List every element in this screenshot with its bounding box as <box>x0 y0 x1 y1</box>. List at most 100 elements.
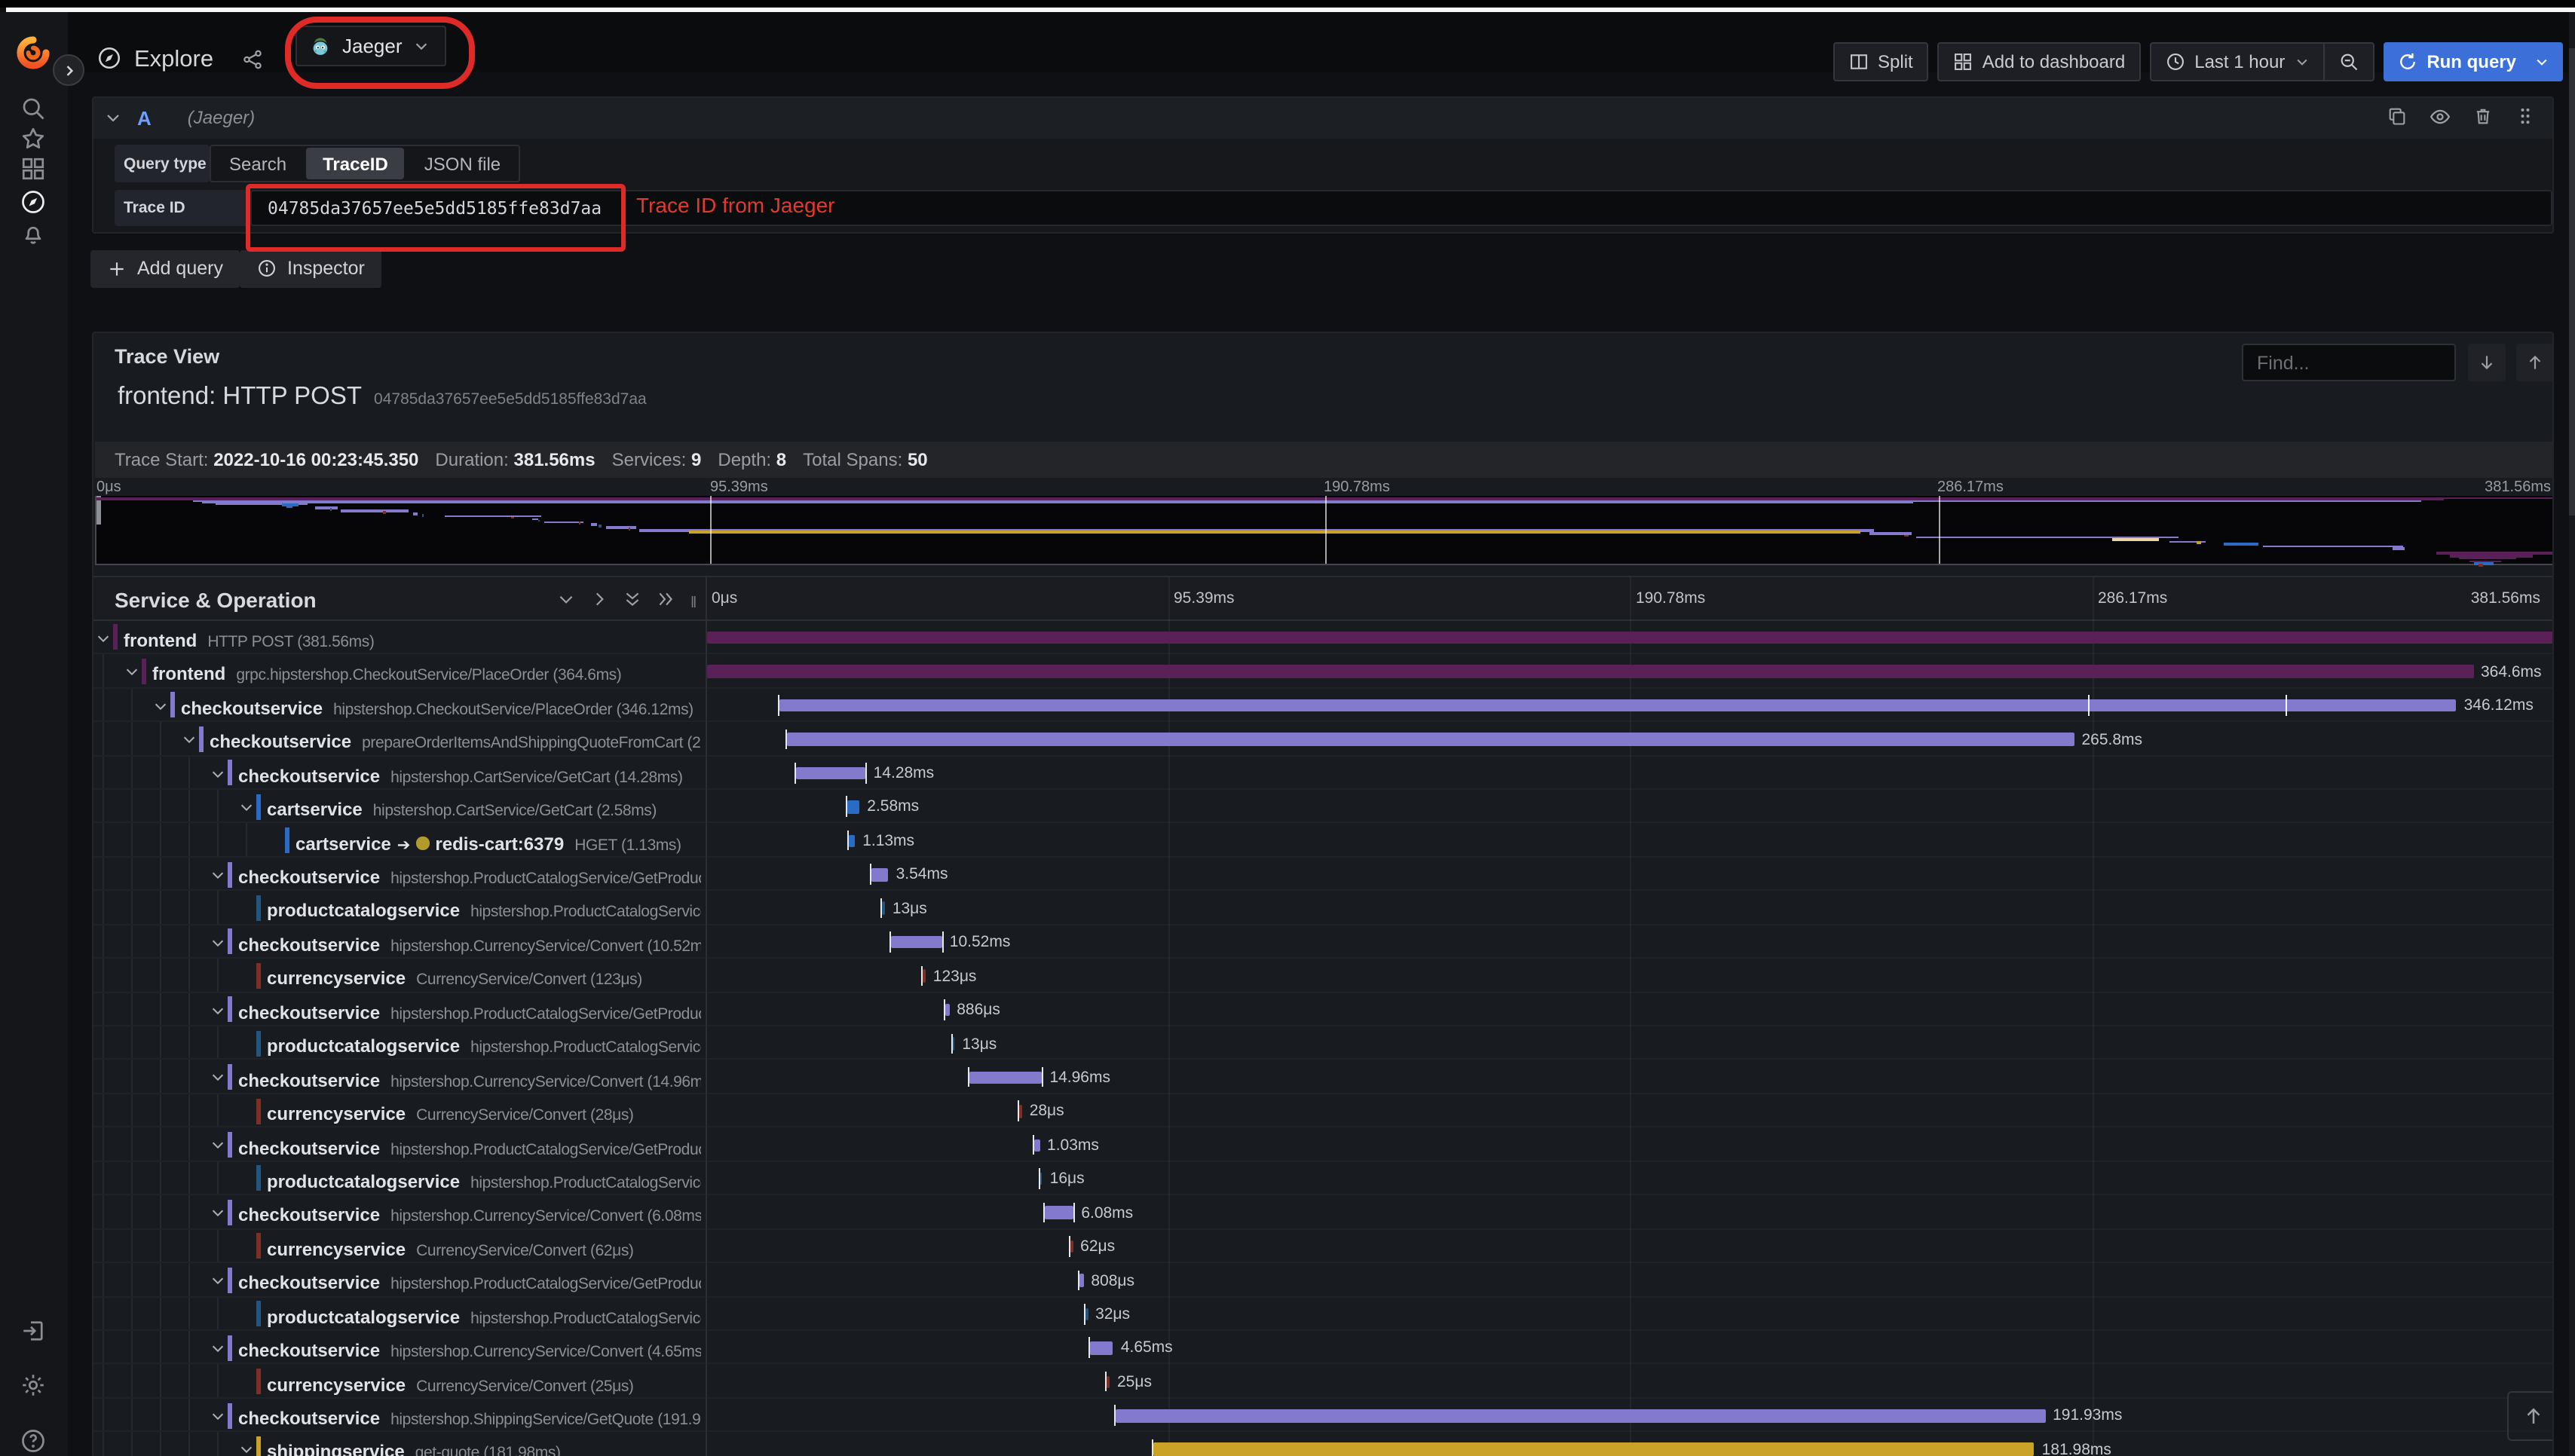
span-name-cell[interactable]: checkoutservice hipstershop.CurrencyServi… <box>93 1202 701 1229</box>
dashboards-icon[interactable] <box>20 154 47 182</box>
span-bar[interactable] <box>849 834 856 848</box>
query-type-traceid[interactable]: TraceID <box>306 148 405 179</box>
span-row[interactable]: productcatalogservice hipstershop.Product… <box>93 1161 2552 1196</box>
explore-nav-icon[interactable] <box>20 188 47 215</box>
span-name-cell[interactable]: checkoutservice hipstershop.ShippingServi… <box>93 1405 701 1432</box>
duplicate-icon[interactable] <box>2387 106 2408 127</box>
minimap-canvas[interactable] <box>95 495 2552 567</box>
starred-icon[interactable] <box>20 124 47 151</box>
span-row[interactable]: checkoutservice prepareOrderItemsAndShipp… <box>93 722 2552 756</box>
span-row[interactable]: checkoutservice hipstershop.ProductCatalo… <box>93 1263 2552 1297</box>
span-name-cell[interactable]: frontend HTTP POST (381.56ms) <box>93 627 701 654</box>
span-name-cell[interactable]: checkoutservice hipstershop.CurrencyServi… <box>93 1337 701 1364</box>
span-name-cell[interactable]: productcatalogservice hipstershop.Product… <box>93 1303 701 1330</box>
expand-one-icon[interactable] <box>589 589 609 609</box>
span-bar[interactable] <box>882 901 885 915</box>
column-resizer[interactable]: ‖ <box>690 595 698 612</box>
query-type-jsonfile[interactable]: JSON file <box>408 148 517 179</box>
span-bar[interactable] <box>945 1003 950 1017</box>
span-row[interactable]: checkoutservice hipstershop.CurrencyServi… <box>93 1060 2552 1094</box>
span-bar[interactable] <box>786 733 2074 746</box>
span-row[interactable]: checkoutservice hipstershop.CurrencyServi… <box>93 1195 2552 1229</box>
span-row[interactable]: checkoutservice hipstershop.CurrencyServi… <box>93 925 2552 959</box>
page-scrollbar-thumb[interactable] <box>2568 47 2575 515</box>
span-name-cell[interactable]: shippingservice get-quote (181.98ms) <box>93 1439 701 1455</box>
span-bar[interactable] <box>1039 1172 1043 1185</box>
run-query-button[interactable]: Run query <box>2383 41 2563 81</box>
span-row[interactable]: productcatalogservice hipstershop.Product… <box>93 891 2552 925</box>
span-bar[interactable] <box>1153 1442 2035 1455</box>
span-row[interactable]: frontend grpc.hipstershop.CheckoutService… <box>93 654 2552 688</box>
span-row[interactable]: checkoutservice hipstershop.CheckoutServi… <box>93 688 2552 722</box>
span-name-cell[interactable]: productcatalogservice hipstershop.Product… <box>93 1032 701 1060</box>
search-icon[interactable] <box>20 94 47 121</box>
span-name-cell[interactable]: productcatalogservice hipstershop.Product… <box>93 898 701 925</box>
alerting-icon[interactable] <box>20 219 47 246</box>
span-bar[interactable] <box>1034 1139 1039 1152</box>
span-bar[interactable] <box>1115 1409 2046 1423</box>
span-name-cell[interactable]: checkoutservice hipstershop.ProductCatalo… <box>93 1134 701 1161</box>
drag-handle-icon[interactable] <box>2515 106 2536 127</box>
query-row-header[interactable]: A (Jaeger) <box>93 98 2552 138</box>
span-bar[interactable] <box>1090 1341 1113 1355</box>
expand-all-icon[interactable] <box>656 589 675 609</box>
sign-in-icon[interactable] <box>20 1317 47 1344</box>
collapse-chevron-icon[interactable] <box>104 109 122 127</box>
span-bar[interactable] <box>796 766 866 780</box>
span-bar[interactable] <box>707 665 2473 678</box>
span-row[interactable]: frontend HTTP POST (381.56ms) <box>93 621 2552 655</box>
span-bar[interactable] <box>891 935 942 949</box>
gear-icon[interactable] <box>20 1371 47 1398</box>
span-name-cell[interactable]: cartservice hipstershop.CartService/GetCa… <box>93 796 701 823</box>
span-row[interactable]: productcatalogservice hipstershop.Product… <box>93 1297 2552 1331</box>
span-bar[interactable] <box>1079 1274 1084 1287</box>
span-row[interactable]: cartservice ➔ redis-cart:6379 HGET (1.13ms)… <box>93 823 2552 858</box>
inspector-button[interactable]: Inspector <box>239 249 381 287</box>
zoom-out-button[interactable] <box>2322 43 2372 79</box>
span-bar[interactable] <box>923 969 926 983</box>
span-bar[interactable] <box>1070 1240 1073 1253</box>
eye-icon[interactable] <box>2429 106 2451 128</box>
find-input[interactable]: Find... <box>2242 344 2456 381</box>
span-bar[interactable] <box>871 868 889 882</box>
add-to-dashboard-button[interactable]: Add to dashboard <box>1937 41 2141 81</box>
span-bar[interactable] <box>1107 1375 1110 1389</box>
find-next-button[interactable] <box>2468 344 2506 381</box>
span-row[interactable]: checkoutservice hipstershop.ProductCatalo… <box>93 993 2552 1026</box>
grafana-logo[interactable] <box>15 34 51 70</box>
split-button[interactable]: Split <box>1833 41 1928 81</box>
query-type-search[interactable]: Search <box>213 148 303 179</box>
find-prev-button[interactable] <box>2515 344 2552 381</box>
span-row[interactable]: currencyservice CurrencyService/Convert (… <box>93 1364 2552 1399</box>
collapse-one-icon[interactable] <box>556 589 576 609</box>
span-row[interactable]: checkoutservice hipstershop.CurrencyServi… <box>93 1330 2552 1365</box>
span-bar[interactable] <box>847 800 860 814</box>
add-query-button[interactable]: Add query <box>90 249 240 287</box>
scroll-to-top-button[interactable] <box>2507 1390 2552 1440</box>
span-row[interactable]: checkoutservice hipstershop.ProductCatalo… <box>93 1127 2552 1162</box>
share-icon[interactable] <box>241 47 264 70</box>
span-bar[interactable] <box>952 1037 955 1051</box>
span-name-cell[interactable]: checkoutservice prepareOrderItemsAndShipp… <box>93 729 701 756</box>
span-bar[interactable] <box>969 1071 1043 1084</box>
span-row[interactable]: shippingservice get-quote (181.98ms) 181.9… <box>93 1432 2552 1455</box>
span-row[interactable]: currencyservice CurrencyService/Convert (… <box>93 1229 2552 1263</box>
span-bar[interactable] <box>779 699 2457 712</box>
span-row[interactable]: checkoutservice hipstershop.ShippingServi… <box>93 1398 2552 1433</box>
span-bar[interactable] <box>1085 1308 1088 1321</box>
column-divider[interactable] <box>705 577 706 1455</box>
span-row[interactable]: productcatalogservice hipstershop.Product… <box>93 1026 2552 1060</box>
span-name-cell[interactable]: currencyservice CurrencyService/Convert (… <box>93 1100 701 1127</box>
span-name-cell[interactable]: checkoutservice hipstershop.CheckoutServi… <box>93 695 701 722</box>
time-range-button[interactable]: Last 1 hour <box>2151 43 2322 79</box>
span-row[interactable]: cartservice hipstershop.CartService/GetCa… <box>93 789 2552 824</box>
span-bar[interactable] <box>707 631 2552 644</box>
span-name-cell[interactable]: productcatalogservice hipstershop.Product… <box>93 1168 701 1195</box>
span-name-cell[interactable]: checkoutservice hipstershop.CurrencyServi… <box>93 931 701 959</box>
span-row[interactable]: currencyservice CurrencyService/Convert (… <box>93 1094 2552 1128</box>
help-icon[interactable] <box>20 1427 47 1454</box>
span-bar[interactable] <box>1019 1105 1022 1118</box>
collapse-all-icon[interactable] <box>623 589 642 609</box>
sidebar-expand-button[interactable] <box>53 54 84 86</box>
span-name-cell[interactable]: checkoutservice hipstershop.ProductCatalo… <box>93 1270 701 1297</box>
